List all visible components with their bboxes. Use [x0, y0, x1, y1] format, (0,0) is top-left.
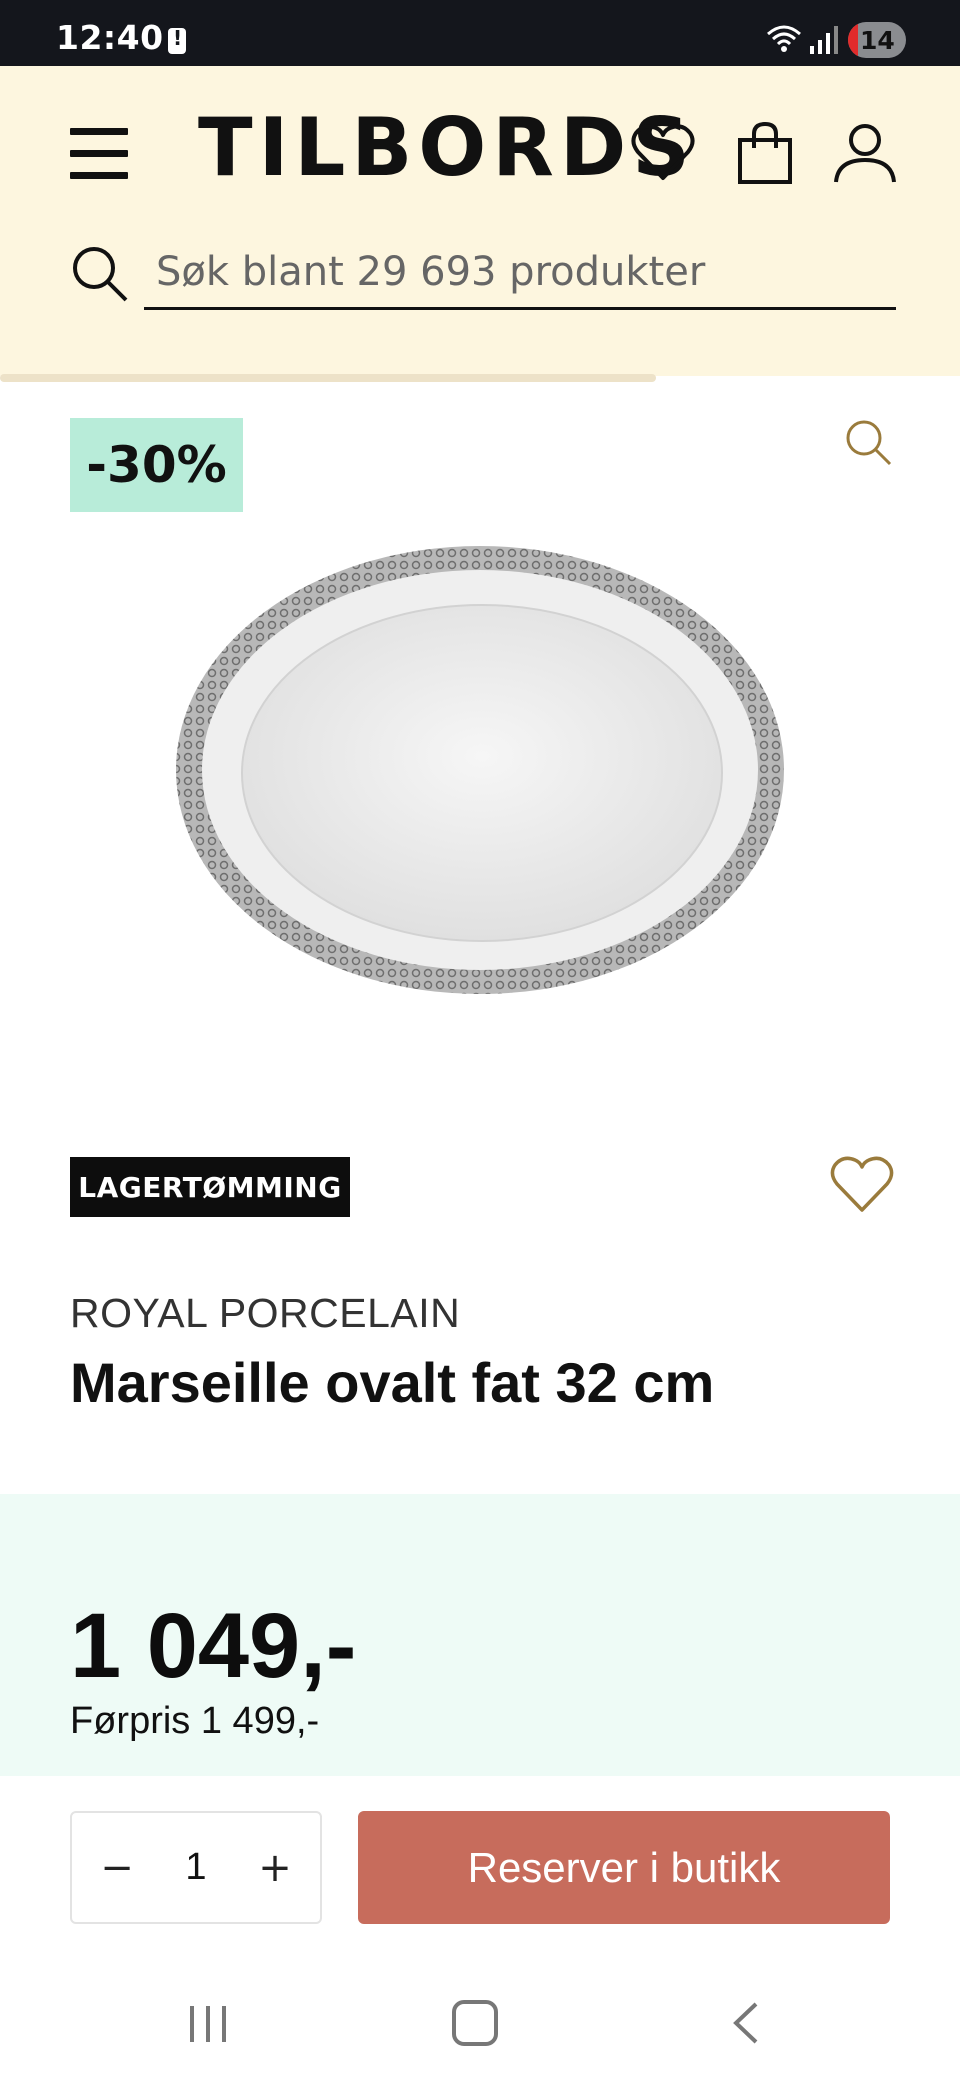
system-nav-bar — [0, 1960, 960, 2080]
clearance-tag: LAGERTØMMING — [70, 1157, 350, 1217]
quantity-stepper: − 1 + — [70, 1811, 322, 1924]
current-price: 1 049,- — [70, 1595, 357, 1697]
quantity-value[interactable]: 1 — [152, 1813, 240, 1922]
product-brand[interactable]: ROYAL PORCELAIN — [70, 1290, 460, 1337]
back-icon[interactable] — [726, 2000, 766, 2046]
home-icon[interactable] — [452, 2000, 498, 2046]
status-bar: 12:40 14 — [0, 0, 960, 66]
heart-icon[interactable] — [828, 1152, 896, 1216]
increase-quantity-button[interactable]: + — [240, 1813, 310, 1922]
recent-apps-icon[interactable] — [186, 2004, 230, 2044]
battery-indicator: 14 — [848, 22, 906, 58]
search-input[interactable] — [144, 236, 896, 310]
hamburger-icon[interactable] — [70, 128, 128, 180]
site-header: TILBORDS — [0, 66, 960, 376]
search-bar — [70, 236, 900, 316]
wifi-icon — [767, 25, 801, 52]
search-icon[interactable] — [70, 244, 130, 304]
shopping-bag-icon[interactable] — [730, 118, 800, 188]
status-time: 12:40 — [56, 18, 164, 57]
price-section: 1 049,- Førpris 1 499,- — [0, 1494, 960, 1776]
product-image[interactable] — [170, 535, 790, 1005]
alert-icon — [168, 26, 186, 54]
signal-icon — [810, 26, 838, 54]
user-icon[interactable] — [830, 118, 900, 188]
page-loading-bar — [0, 374, 656, 382]
reserve-in-store-button[interactable]: Reserver i butikk — [358, 1811, 890, 1924]
brand-logo[interactable]: TILBORDS — [198, 108, 696, 188]
battery-level: 14 — [860, 26, 895, 55]
product-title: Marseille ovalt fat 32 cm — [70, 1351, 715, 1414]
previous-price: Førpris 1 499,- — [70, 1700, 320, 1742]
decrease-quantity-button[interactable]: − — [82, 1813, 152, 1922]
zoom-icon[interactable] — [840, 414, 896, 470]
heart-icon[interactable] — [628, 118, 698, 188]
discount-badge: -30% — [70, 418, 243, 512]
